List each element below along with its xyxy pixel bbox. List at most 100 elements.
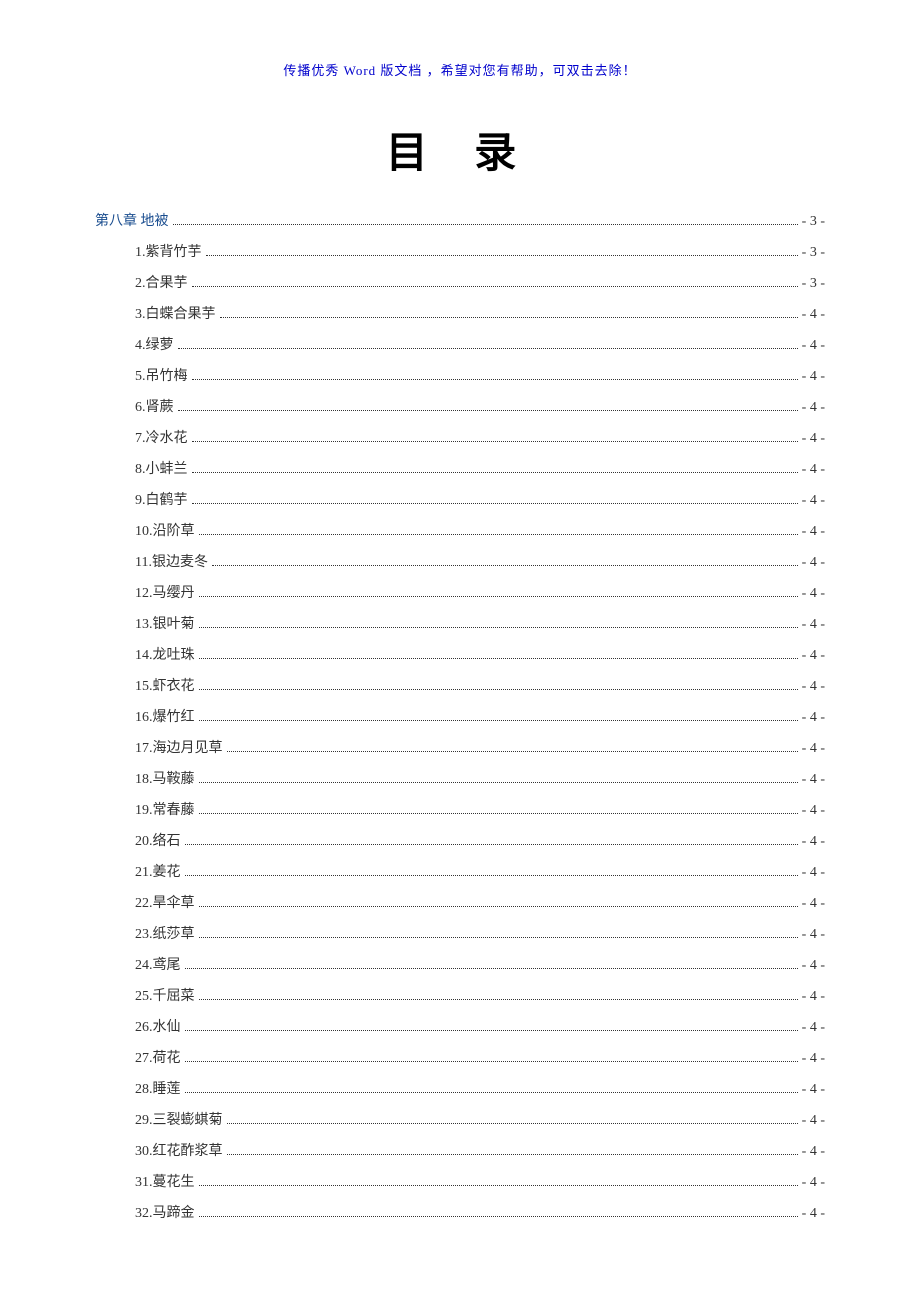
toc-item-label: 1.紫背竹芋 (135, 241, 202, 261)
toc-leader-dots (199, 813, 798, 814)
toc-item-line[interactable]: 4.绿萝- 4 - (95, 334, 825, 354)
toc-leader-dots (199, 534, 798, 535)
toc-item-line[interactable]: 18.马鞍藤- 4 - (95, 768, 825, 788)
toc-item-line[interactable]: 3.白蝶合果芋- 4 - (95, 303, 825, 323)
toc-leader-dots (185, 1030, 798, 1031)
toc-leader-dots (178, 348, 798, 349)
page-title: 目 录 (95, 119, 825, 180)
toc-item-line[interactable]: 22.旱伞草 - 4 - (95, 892, 825, 912)
toc-item-label: 27.荷花 (135, 1047, 181, 1067)
toc-item-label: 28.睡莲 (135, 1078, 181, 1098)
toc-item-label: 20.络石 (135, 830, 181, 850)
toc-item-label: 31.蔓花生 (135, 1171, 195, 1191)
toc-item-line[interactable]: 29.三裂蟛蜞菊- 4 - (95, 1109, 825, 1129)
toc-leader-dots (185, 844, 798, 845)
toc-item-page: - 4 - (802, 896, 825, 912)
toc-leader-dots (206, 255, 798, 256)
toc-chapter-line[interactable]: 第八章 地被 - 3 - (95, 210, 825, 230)
toc-item-page: - 4 - (802, 307, 825, 323)
toc-item-line[interactable]: 11.银边麦冬- 4 - (95, 551, 825, 571)
toc-item-line[interactable]: 26.水仙- 4 - (95, 1016, 825, 1036)
toc-leader-dots (199, 937, 798, 938)
toc-leader-dots (192, 286, 798, 287)
toc-item-line[interactable]: 14.龙吐珠 - 4 - (95, 644, 825, 664)
table-of-contents: 第八章 地被 - 3 - 1.紫背竹芋- 3 -2.合果芋- 3 -3.白蝶合果… (95, 210, 825, 1222)
toc-item-label: 13.银叶菊 (135, 613, 195, 633)
toc-item-page: - 4 - (802, 803, 825, 819)
toc-item-page: - 4 - (802, 710, 825, 726)
toc-item-line[interactable]: 12.马缨丹 - 4 - (95, 582, 825, 602)
toc-item-line[interactable]: 6.肾蕨 - 4 - (95, 396, 825, 416)
toc-item-page: - 4 - (802, 586, 825, 602)
toc-leader-dots (185, 1061, 798, 1062)
toc-item-page: - 4 - (802, 927, 825, 943)
toc-item-line[interactable]: 10.沿阶草- 4 - (95, 520, 825, 540)
toc-item-line[interactable]: 30.红花酢浆草- 4 - (95, 1140, 825, 1160)
toc-item-label: 14.龙吐珠 (135, 644, 195, 664)
toc-item-label: 12.马缨丹 (135, 582, 195, 602)
toc-leader-dots (192, 441, 798, 442)
toc-item-line[interactable]: 2.合果芋- 3 - (95, 272, 825, 292)
toc-leader-dots (199, 1185, 798, 1186)
toc-item-label: 32.马蹄金 (135, 1202, 195, 1222)
toc-item-page: - 4 - (802, 431, 825, 447)
toc-item-line[interactable]: 20.络石- 4 - (95, 830, 825, 850)
toc-item-page: - 4 - (802, 1082, 825, 1098)
toc-item-line[interactable]: 32.马蹄金- 4 - (95, 1202, 825, 1222)
toc-chapter-page: - 3 - (802, 214, 825, 230)
toc-item-page: - 4 - (802, 493, 825, 509)
toc-leader-dots (199, 596, 798, 597)
toc-leader-dots (227, 1123, 798, 1124)
toc-item-line[interactable]: 25.千屈菜- 4 - (95, 985, 825, 1005)
toc-item-line[interactable]: 23.纸莎草- 4 - (95, 923, 825, 943)
toc-item-line[interactable]: 15.虾衣花- 4 - (95, 675, 825, 695)
toc-leader-dots (185, 1092, 798, 1093)
toc-item-line[interactable]: 24.鸢尾- 4 - (95, 954, 825, 974)
toc-leader-dots (199, 658, 798, 659)
toc-item-page: - 4 - (802, 462, 825, 478)
toc-leader-dots (192, 379, 798, 380)
toc-item-line[interactable]: 17.海边月见草- 4 - (95, 737, 825, 757)
toc-item-line[interactable]: 16.爆竹红 - 4 - (95, 706, 825, 726)
toc-item-label: 19.常春藤 (135, 799, 195, 819)
toc-item-line[interactable]: 9.白鹤芋 - 4 - (95, 489, 825, 509)
toc-item-label: 21.姜花 (135, 861, 181, 881)
toc-item-page: - 4 - (802, 1175, 825, 1191)
toc-item-label: 11.银边麦冬 (135, 551, 208, 571)
toc-item-page: - 4 - (802, 400, 825, 416)
toc-item-label: 4.绿萝 (135, 334, 174, 354)
toc-chapter-label: 第八章 地被 (95, 210, 169, 230)
toc-item-line[interactable]: 21.姜花 - 4 - (95, 861, 825, 881)
toc-item-label: 9.白鹤芋 (135, 489, 188, 509)
toc-item-label: 16.爆竹红 (135, 706, 195, 726)
toc-item-line[interactable]: 13.银叶菊- 4 - (95, 613, 825, 633)
toc-leader-dots (199, 906, 798, 907)
toc-items-container: 1.紫背竹芋- 3 -2.合果芋- 3 -3.白蝶合果芋- 4 -4.绿萝- 4… (95, 241, 825, 1222)
toc-item-line[interactable]: 7.冷水花 - 4 - (95, 427, 825, 447)
toc-item-page: - 3 - (802, 245, 825, 261)
toc-leader-dots (212, 565, 798, 566)
toc-item-label: 30.红花酢浆草 (135, 1140, 223, 1160)
toc-leader-dots (199, 782, 798, 783)
toc-item-label: 22.旱伞草 (135, 892, 195, 912)
toc-item-label: 10.沿阶草 (135, 520, 195, 540)
toc-item-page: - 4 - (802, 958, 825, 974)
toc-item-label: 7.冷水花 (135, 427, 188, 447)
toc-item-line[interactable]: 31.蔓花生 - 4 - (95, 1171, 825, 1191)
toc-item-page: - 4 - (802, 865, 825, 881)
toc-leader-dots (220, 317, 798, 318)
toc-item-line[interactable]: 5.吊竹梅- 4 - (95, 365, 825, 385)
toc-item-label: 26.水仙 (135, 1016, 181, 1036)
toc-item-line[interactable]: 8.小蚌兰- 4 - (95, 458, 825, 478)
toc-item-label: 2.合果芋 (135, 272, 188, 292)
toc-item-page: - 4 - (802, 1051, 825, 1067)
toc-item-line[interactable]: 28.睡莲 - 4 - (95, 1078, 825, 1098)
toc-item-line[interactable]: 19.常春藤 - 4 - (95, 799, 825, 819)
toc-item-label: 17.海边月见草 (135, 737, 223, 757)
toc-item-page: - 4 - (802, 648, 825, 664)
toc-item-line[interactable]: 1.紫背竹芋 - 3 - (95, 241, 825, 261)
toc-item-label: 6.肾蕨 (135, 396, 174, 416)
toc-item-line[interactable]: 27.荷花 - 4 - (95, 1047, 825, 1067)
toc-item-page: - 4 - (802, 989, 825, 1005)
toc-leader-dots (199, 720, 798, 721)
